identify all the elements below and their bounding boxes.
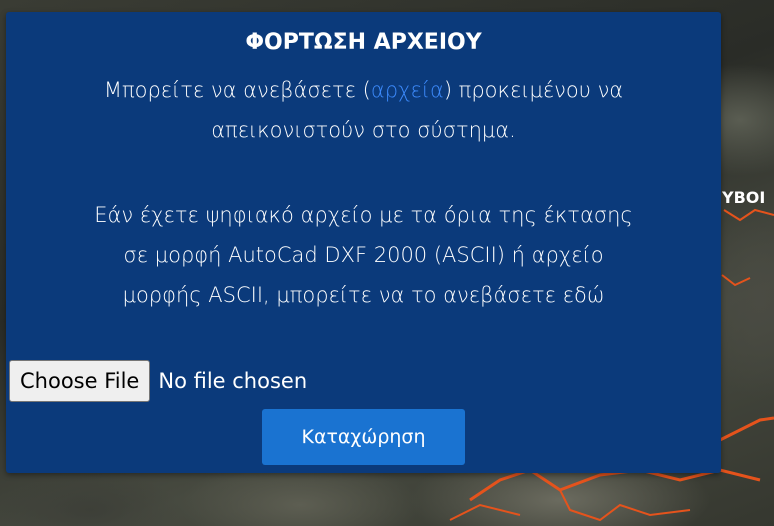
intro-text: Μπορείτε να ανεβάσετε (αρχεία) προκειμέν… [6,70,721,150]
upload-dialog: ΦΟΡΤΩΣΗ ΑΡΧΕΙΟΥ Μπορείτε να ανεβάσετε (α… [6,12,721,473]
info-text: Εάν έχετε ψηφιακό αρχείο με τα όρια της … [6,195,721,315]
map-place-label: ΥΒΟΙ [722,188,766,207]
choose-file-button[interactable]: Choose File [9,360,151,402]
submit-button[interactable]: Καταχώρηση [262,409,465,465]
intro-text-start: Μπορείτε να ανεβάσετε ( [103,78,371,102]
info-line-3: μορφής ASCII, μπορείτε να το ανεβάσετε ε… [122,283,605,307]
file-status: No file chosen [158,369,308,393]
file-input[interactable]: Choose File No file chosen [9,352,307,410]
info-line-2: σε μορφή AutoCad DXF 2000 (ASCII) ή αρχε… [123,243,604,267]
info-line-1: Εάν έχετε ψηφιακό αρχείο με τα όρια της … [94,203,633,227]
files-link[interactable]: αρχεία [371,78,444,102]
dialog-title: ΦΟΡΤΩΣΗ ΑΡΧΕΙΟΥ [245,30,482,55]
intro-text-line2: απεικονιστούν στο σύστημα. [211,118,516,142]
intro-text-end: ) προκειμένου να [443,78,624,102]
